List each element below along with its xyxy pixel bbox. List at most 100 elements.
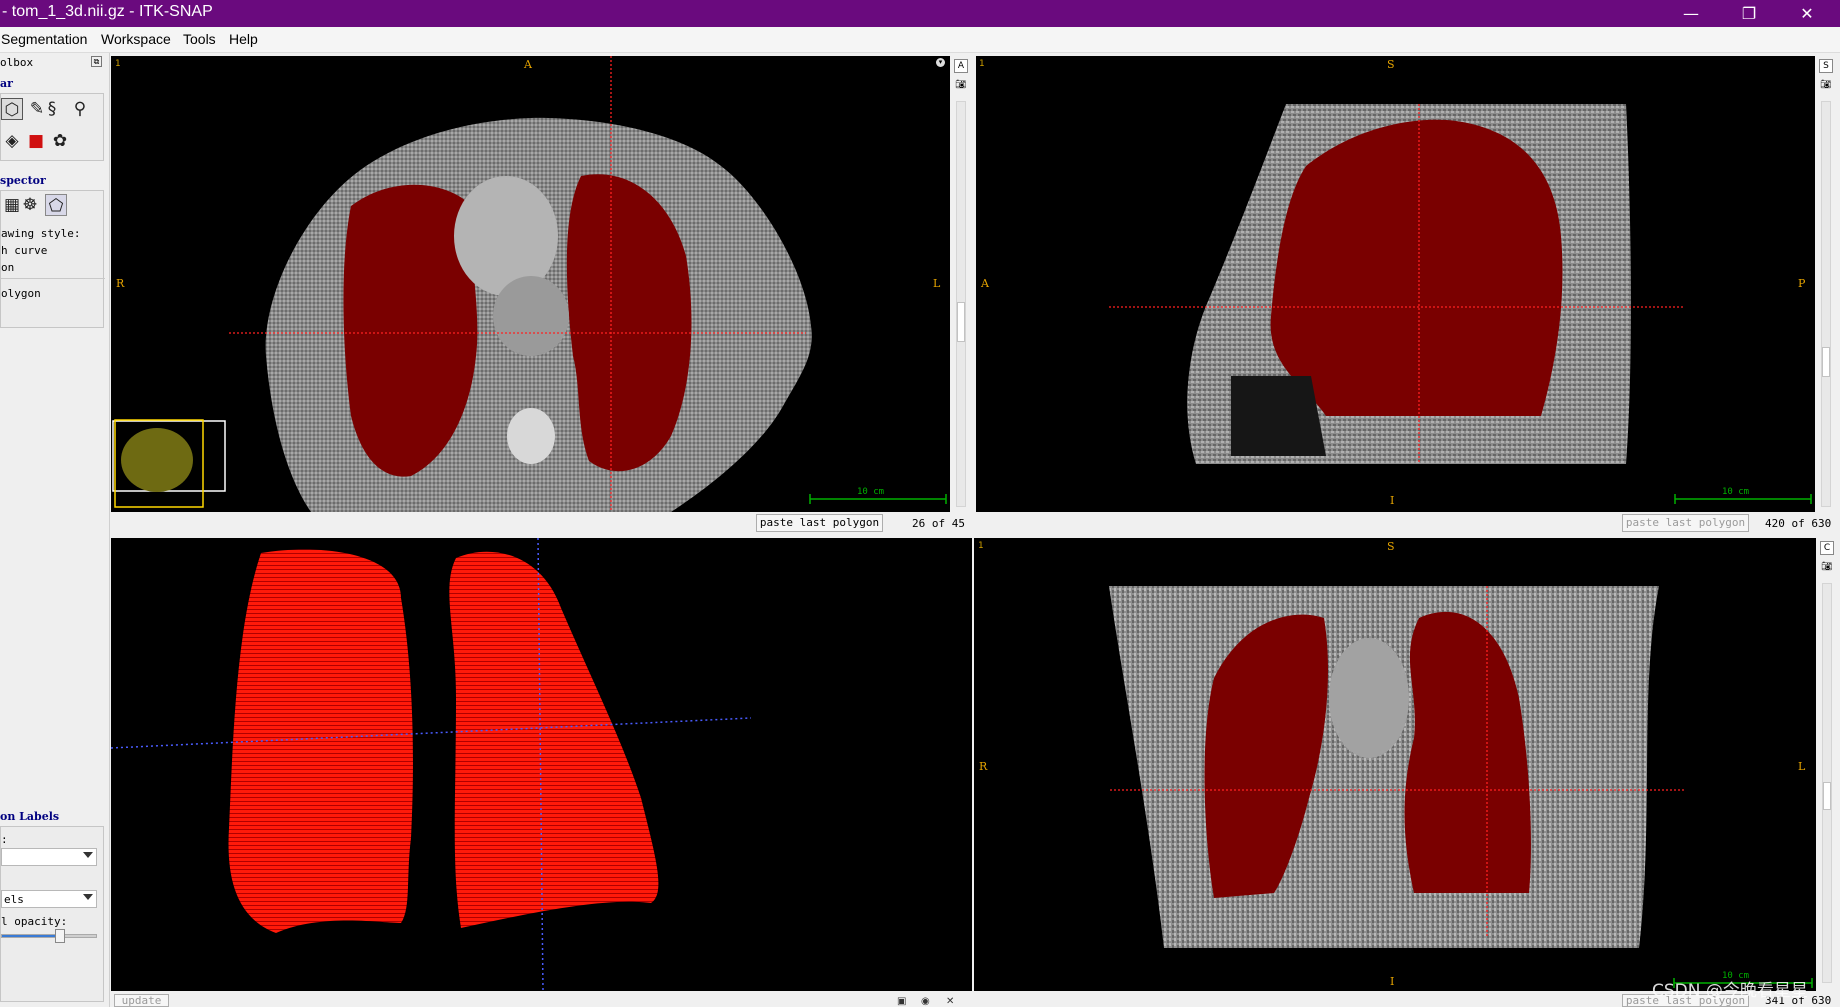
axial-view[interactable]: 1 A R L 10 cm ▾ xyxy=(111,56,950,512)
camera-icon[interactable]: 📷︎ xyxy=(1819,79,1833,93)
paint-over-value: els xyxy=(4,893,24,906)
watermark: CSDN @今晚看星星 xyxy=(1652,981,1808,1001)
orientation-right: L xyxy=(1798,760,1806,773)
polygon-tool-icon[interactable]: ⬡ xyxy=(1,98,23,120)
sagittal-slice-scrollbar[interactable] xyxy=(1821,101,1831,507)
slice-indicator: 420 of 630 xyxy=(1765,517,1832,530)
active-label-select[interactable] xyxy=(1,848,97,866)
drawing-style-label: awing style: xyxy=(1,227,81,240)
scrollbar-thumb[interactable] xyxy=(1822,347,1830,377)
orientation-top: S xyxy=(1387,540,1395,553)
scale-label: 10 cm xyxy=(1722,487,1750,497)
view-index: 1 xyxy=(115,59,121,69)
minimize-button[interactable]: — xyxy=(1662,0,1720,27)
option-on[interactable]: on xyxy=(1,261,14,274)
slice-indicator: 26 of 45 xyxy=(912,517,965,530)
labels-heading: on Labels xyxy=(0,810,60,823)
polygon-inspector-icon[interactable]: ⬠ xyxy=(45,194,67,216)
palette-icon[interactable]: ✿ xyxy=(49,130,71,152)
inspector-group: ▦ ☸ ⬠ awing style: h curve on olygon xyxy=(0,190,105,328)
annotation-tool-icon[interactable]: ⚲ xyxy=(69,98,91,120)
view-index: 1 xyxy=(978,541,984,551)
coronal-image xyxy=(1109,586,1813,988)
label-color-icon[interactable]: ■ xyxy=(25,130,47,152)
update-button[interactable]: update xyxy=(114,994,169,1007)
restore-button[interactable]: ❐ xyxy=(1720,0,1778,27)
orientation-bottom: I xyxy=(1390,494,1395,507)
orientation-right: L xyxy=(933,277,941,290)
mediastinum-coronal xyxy=(1329,638,1409,758)
itk-snap-window: - tom_1_3d.nii.gz - ITK-SNAP — ❐ ✕ Segme… xyxy=(0,0,1840,1007)
sagittal-view[interactable]: 1 S A P I 10 cm xyxy=(976,56,1815,512)
orientation-left: A xyxy=(981,277,989,290)
opacity-slider-handle[interactable] xyxy=(54,929,65,943)
layer-icon[interactable]: ◈ xyxy=(1,130,23,152)
coronal-side-bar: C 📷︎ xyxy=(1817,538,1837,991)
divider xyxy=(1,278,105,279)
paste-last-polygon-button[interactable]: paste last polygon xyxy=(756,514,883,532)
chevron-down-icon xyxy=(83,852,93,858)
close-button[interactable]: ✕ xyxy=(1778,0,1836,27)
sagittal-layout-button[interactable]: S xyxy=(1819,59,1833,73)
close-icon[interactable]: ✕ xyxy=(946,996,954,1007)
toolbox-title: olbox xyxy=(0,56,34,69)
orientation-top: A xyxy=(524,58,532,71)
main-toolbar-heading: ar xyxy=(0,77,13,90)
orientation-left: R xyxy=(979,760,988,773)
paint-over-select[interactable]: els xyxy=(1,890,97,908)
dark-region xyxy=(1231,376,1326,456)
axial-side-bar: A 📷︎ xyxy=(951,56,971,512)
menu-bar: Segmentation Workspace Tools Help xyxy=(0,27,1840,53)
view-menu-icon[interactable]: ▾ xyxy=(936,58,945,67)
undock-icon[interactable]: ⧉ xyxy=(91,56,102,67)
axis-line-horizontal xyxy=(111,717,752,749)
snake-tool-icon[interactable]: § xyxy=(41,98,63,120)
spine xyxy=(507,408,555,464)
camera-icon[interactable]: 📷︎ xyxy=(1820,561,1834,575)
scrollbar-thumb[interactable] xyxy=(957,302,965,342)
opacity-label: l opacity: xyxy=(1,915,68,928)
sagittal-side-bar: S 📷︎ xyxy=(1816,56,1836,512)
orientation-bottom: I xyxy=(1390,975,1395,988)
camera-icon[interactable]: ◉ xyxy=(921,996,930,1007)
opacity-slider-track[interactable] xyxy=(1,929,97,943)
menu-help[interactable]: Help xyxy=(229,31,258,47)
chevron-down-icon xyxy=(83,894,93,900)
opacity-slider-fill xyxy=(2,935,60,937)
orientation-right: P xyxy=(1798,277,1806,290)
option-curve[interactable]: h curve xyxy=(1,244,47,257)
thumbnail-image xyxy=(121,428,193,492)
reset-view-icon[interactable]: ▣ xyxy=(897,996,906,1007)
orientation-top: S xyxy=(1387,58,1395,71)
toolbox-panel: olbox ⧉ ar ⬡ ✎ § ⚲ ◈ ■ ✿ spector ▦ ☸ ⬠ a… xyxy=(0,53,110,1007)
3d-footer: update xyxy=(111,992,972,1007)
sagittal-footer: paste last polygon 420 of 630 xyxy=(976,513,1836,533)
title-bar: - tom_1_3d.nii.gz - ITK-SNAP — ❐ ✕ xyxy=(0,0,1840,27)
inspector-heading: spector xyxy=(0,174,46,187)
orientation-left: R xyxy=(116,277,125,290)
scrollbar-thumb[interactable] xyxy=(1823,782,1831,810)
menu-workspace[interactable]: Workspace xyxy=(101,31,171,47)
labels-group: : els l opacity: xyxy=(0,826,104,1002)
scale-label: 10 cm xyxy=(857,487,885,497)
3d-render-view[interactable] xyxy=(111,538,972,991)
camera-icon[interactable]: 📷︎ xyxy=(954,79,968,93)
lung-mesh-render xyxy=(111,538,752,991)
window-title: - tom_1_3d.nii.gz - ITK-SNAP xyxy=(2,3,213,20)
menu-segmentation[interactable]: Segmentation xyxy=(1,31,87,47)
option-polygon[interactable]: olygon xyxy=(1,287,41,300)
axial-footer: paste last polygon 26 of 45 xyxy=(111,513,971,533)
coronal-slice-scrollbar[interactable] xyxy=(1822,583,1832,983)
brain-icon[interactable]: ☸ xyxy=(19,194,41,216)
menu-tools[interactable]: Tools xyxy=(183,31,216,47)
left-lung-mesh xyxy=(449,551,659,928)
coronal-view[interactable]: 1 S R L I 10 cm xyxy=(974,538,1816,991)
axial-image xyxy=(112,56,947,512)
view-index: 1 xyxy=(979,59,985,69)
paste-last-polygon-button[interactable]: paste last polygon xyxy=(1622,514,1749,532)
axial-layout-button[interactable]: A xyxy=(954,59,968,73)
coronal-layout-button[interactable]: C xyxy=(1820,541,1834,555)
mediastinum xyxy=(493,276,569,356)
axial-slice-scrollbar[interactable] xyxy=(956,101,966,507)
torso-coronal xyxy=(1109,586,1659,948)
